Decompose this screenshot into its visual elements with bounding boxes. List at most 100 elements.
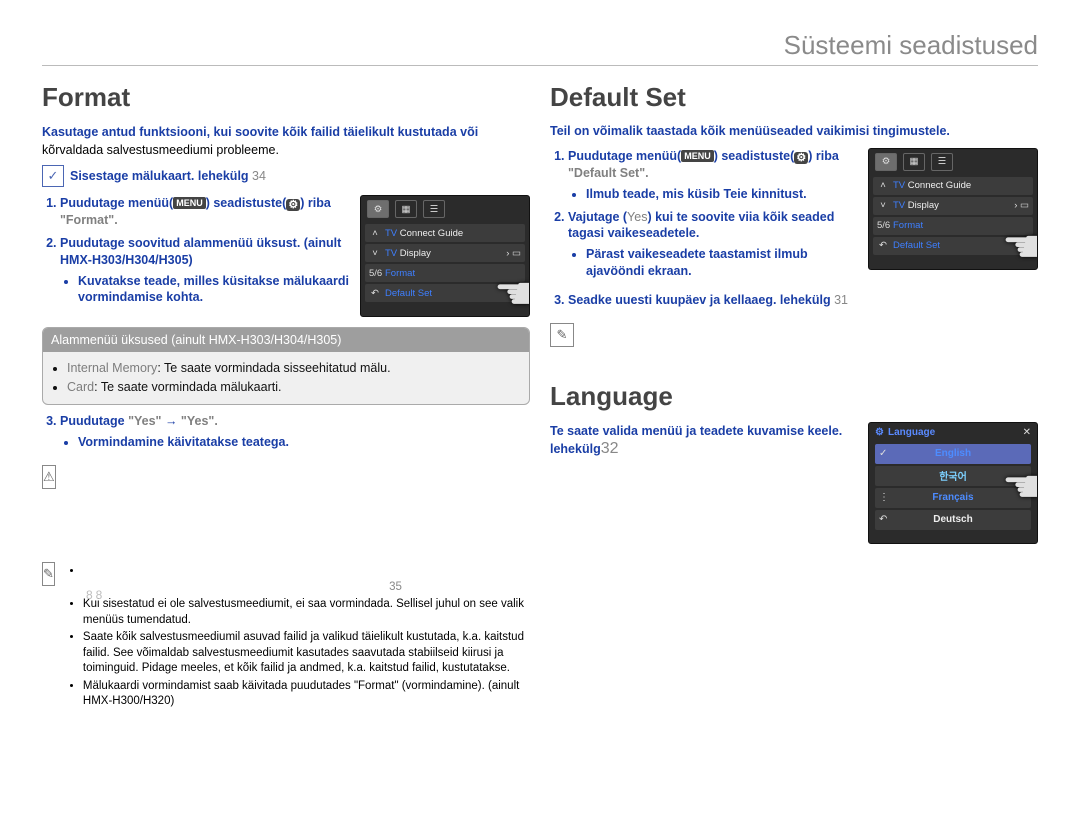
insert-card-row: ✓ Sisestage mälukaart. lehekülg 34	[42, 165, 530, 187]
check-icon: ✓	[879, 448, 887, 459]
page-dots-icon: ⋮	[879, 492, 889, 503]
lang-item-1: 한국어	[939, 468, 967, 483]
note2-0: Ärge vormindage salvestusmeediumit arvut…	[83, 564, 530, 595]
chevron-down-icon: ˅	[877, 200, 889, 211]
sbrow1b: Display	[908, 200, 939, 211]
step1-tail: ) riba	[300, 196, 331, 210]
note-icon: ✎	[550, 323, 574, 347]
ds3-page: 31	[834, 293, 848, 307]
check-precondition-icon: ✓	[42, 165, 64, 187]
page-number: 88	[86, 588, 105, 602]
submenu-box: Alammenüü üksused (ainult HMX-H303/H304/…	[42, 327, 530, 405]
screen-tab-2-icon: ▦	[395, 200, 417, 218]
back-icon: ↶	[877, 240, 889, 251]
menu-icon: MENU	[173, 197, 206, 209]
screen-tab-gear-icon: ⚙	[367, 200, 389, 218]
note2-1: Kui sisestatud ei ole salvestusmeediumit…	[83, 597, 530, 628]
lang-title: Language	[888, 427, 935, 438]
note-icon: ✎	[42, 562, 55, 586]
gear-icon: ⚙	[286, 199, 300, 211]
note2-3-text: Mälukaardi vormindamist saab käivitada p…	[83, 680, 519, 708]
screen-tab-3-icon: ☰	[931, 153, 953, 171]
submenu-item-2: Card: Te saate vormindada mälukaarti.	[67, 379, 519, 396]
sub2-text: : Te saate vormindada mälukaarti.	[94, 380, 281, 394]
page-header: Süsteemi seadistused	[42, 30, 1038, 61]
default-set-heading: Default Set	[550, 82, 1038, 113]
sbrow1a: TV	[893, 200, 908, 211]
chevron-up-icon: ˄	[369, 228, 381, 239]
language-heading: Language	[550, 381, 1038, 412]
col-format: Format Kasutage antud funktsiooni, kui s…	[42, 82, 530, 712]
ds-step-3: Seadke uuesti kuupäev ja kellaaeg. lehek…	[568, 292, 1038, 309]
note2-pageref: 35	[389, 581, 402, 593]
srow0b: Connect Guide	[400, 228, 463, 239]
screen-tab-gear-icon: ⚙	[875, 153, 897, 171]
screen-tab-2-icon: ▦	[903, 153, 925, 171]
ds1-quote: "Default Set".	[568, 166, 649, 180]
chevron-down-icon: ˅	[369, 248, 381, 259]
lang-item-2: Français	[932, 492, 973, 503]
step1-pre: Puudutage menüü(	[60, 196, 173, 210]
ds-step-2: Vajutage (Yes) kui te soovite viia kõik …	[568, 209, 858, 281]
step2-bullet: Kuvatakse teade, milles küsitakse mäluka…	[78, 273, 350, 307]
page-indicator: 5/6	[369, 268, 381, 279]
note-block-2: ✎ Ärge vormindage salvestusmeediumit arv…	[42, 562, 530, 712]
submenu-item-1: Internal Memory: Te saate vormindada sis…	[67, 360, 519, 377]
warning-icon: ⚠	[42, 465, 56, 489]
step1-quote: "Format".	[60, 213, 118, 227]
warning-block-1: ⚠ Ärge eemaldage salvestusmeediumit ega …	[42, 465, 530, 549]
default-set-intro: Teil on võimalik taastada kõik menüüsead…	[550, 123, 1038, 140]
back-icon: ↶	[369, 288, 381, 299]
chevron-up-icon: ˄	[877, 180, 889, 191]
sub1-label: Internal Memory	[67, 361, 157, 375]
submenu-title: Alammenüü üksused (ainult HMX-H303/H304/…	[43, 328, 529, 352]
menu-icon: MENU	[681, 150, 714, 162]
srow1a: TV	[385, 248, 400, 259]
format-intro-black: kõrvaldada salvestusmeediumi probleeme.	[42, 143, 279, 157]
insert-card-text: Sisestage mälukaart. lehekülg 34	[70, 169, 266, 183]
ui-screen-language: ⚙Language ✕ ✓English 한국어 ⋮Français ↶Deut…	[868, 422, 1038, 544]
sbrow0b: Connect Guide	[908, 180, 971, 191]
sub1-text: : Te saate vormindada sisseehitatud mälu…	[157, 361, 390, 375]
language-intro-page: 32	[601, 440, 619, 457]
format-step-1: Puudutage menüü(MENU) seadistuste(⚙) rib…	[60, 195, 350, 229]
lang-item-0: English	[935, 448, 971, 459]
step3-arrow: →	[161, 414, 180, 428]
ds2-pre: Vajutage (	[568, 210, 627, 224]
touch-hand-icon: ☚	[1002, 459, 1038, 513]
insert-card-label: Sisestage mälukaart. lehekülg	[70, 169, 252, 183]
ds-note-block: ✎ ·	[550, 323, 1038, 347]
srow2: Format	[385, 268, 415, 279]
step3-yes2: "Yes".	[181, 414, 218, 428]
srow0a: TV	[385, 228, 400, 239]
note2-2: Saate kõik salvestusmeediumil asuvad fai…	[83, 630, 530, 677]
ds1-tail: ) riba	[808, 149, 839, 163]
srow1b: Display	[400, 248, 431, 259]
step3-yes1: "Yes"	[128, 414, 161, 428]
close-icon: ✕	[1023, 427, 1031, 438]
insert-card-page: 34	[252, 169, 266, 183]
gear-small-icon: ⚙	[875, 427, 884, 438]
ds1-pre: Puudutage menüü(	[568, 149, 681, 163]
screen-tab-3-icon: ☰	[423, 200, 445, 218]
ds2-yes: Yes	[627, 210, 647, 224]
touch-hand-icon: ☚	[494, 266, 530, 317]
col-right: Default Set Teil on võimalik taastada kõ…	[550, 82, 1038, 712]
step3-pre: Puudutage	[60, 414, 128, 428]
step2-text: Puudutage soovitud alammenüü üksust. (ai…	[60, 236, 341, 267]
ds2-bullet: Pärast vaikeseadete taastamist ilmub aja…	[586, 246, 858, 280]
ds3-text: Seadke uuesti kuupäev ja kellaaeg. lehek…	[568, 293, 834, 307]
format-step-3: Puudutage "Yes" → "Yes". Vormindamine kä…	[60, 413, 530, 451]
ds1-mid: ) seadistuste(	[714, 149, 795, 163]
format-intro: Kasutage antud funktsiooni, kui soovite …	[42, 123, 530, 159]
ui-screen-format: ⚙ ▦ ☰ ˄TV Connect Guide ˅TV Display› ▭ 5…	[360, 195, 530, 317]
header-rule	[42, 65, 1038, 66]
lang-item-3: Deutsch	[933, 514, 972, 525]
sbrow2: Format	[893, 220, 923, 231]
format-step-2: Puudutage soovitud alammenüü üksust. (ai…	[60, 235, 350, 307]
touch-hand-icon: ☚	[1002, 219, 1038, 270]
ds-step-1: Puudutage menüü(MENU) seadistuste(⚙) rib…	[568, 148, 858, 203]
step1-mid: ) seadistuste(	[206, 196, 287, 210]
language-intro: Te saate valida menüü ja teadete kuvamis…	[550, 424, 842, 456]
srow3: Default Set	[385, 288, 432, 299]
